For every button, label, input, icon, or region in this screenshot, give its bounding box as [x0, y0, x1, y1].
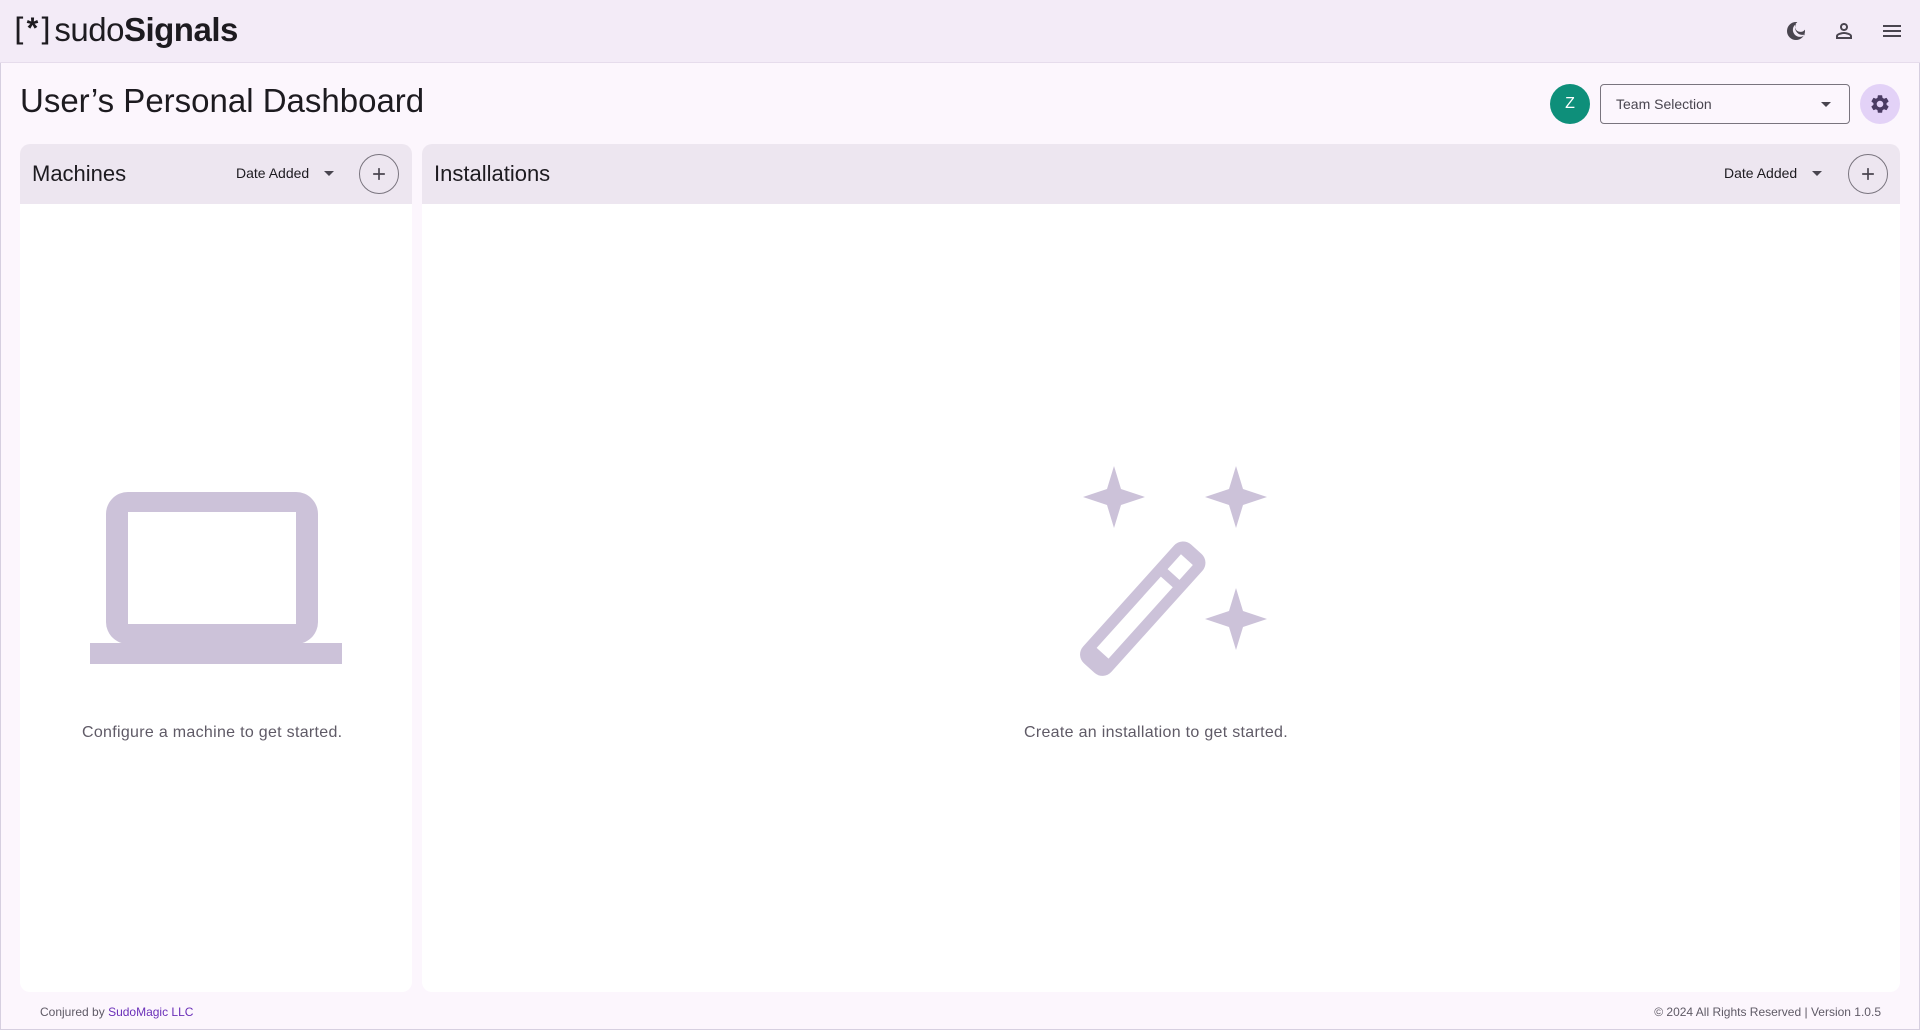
- menu-icon: [1883, 25, 1901, 37]
- team-selection-value: Team Selection: [1616, 96, 1712, 112]
- sudomagic-link[interactable]: SudoMagic LLC: [108, 1005, 193, 1019]
- machines-empty-message: Configure a machine to get started.: [82, 724, 343, 741]
- machines-title: Machines: [32, 161, 127, 186]
- footer-copyright: © 2024 All Rights Reserved | Version 1.0…: [1654, 1005, 1881, 1019]
- team-selection-dropdown[interactable]: Team Selection: [1600, 84, 1850, 124]
- dropdown-arrow-icon: [1812, 170, 1823, 176]
- add-machine-button[interactable]: [359, 154, 399, 194]
- dropdown-arrow-icon: [1821, 102, 1831, 107]
- installations-sort-label: Date Added: [1724, 165, 1798, 181]
- dropdown-arrow-icon: [324, 170, 335, 176]
- settings-button[interactable]: [1860, 84, 1900, 124]
- machines-sort-dropdown[interactable]: Date Added: [236, 165, 335, 181]
- magic-wand-icon: [1048, 466, 1278, 697]
- logo-signals: Signals: [123, 11, 238, 48]
- laptop-icon: [90, 492, 342, 669]
- dark-mode-toggle[interactable]: [1782, 17, 1810, 45]
- sudosignals-logo[interactable]: [ * ] sudo Signals: [14, 10, 238, 50]
- logo-star: *: [26, 12, 39, 45]
- installations-panel: Installations Date Added Create an insta…: [422, 144, 1900, 992]
- logo-sudo: sudo: [54, 11, 124, 48]
- installations-sort-dropdown[interactable]: Date Added: [1724, 165, 1823, 181]
- account-icon: [1836, 23, 1852, 39]
- page-title: User’s Personal Dashboard: [20, 82, 425, 119]
- installations-panel-header: Installations Date Added: [422, 144, 1900, 204]
- top-app-bar: [ * ] sudo Signals: [0, 0, 1920, 63]
- installations-title: Installations: [434, 161, 551, 186]
- logo-bracket-open: [: [14, 12, 26, 48]
- menu-button[interactable]: [1878, 17, 1906, 45]
- machines-panel: Machines Date Added Configure a machine …: [20, 144, 412, 992]
- add-installation-button[interactable]: [1848, 154, 1888, 194]
- plus-icon: [1862, 168, 1874, 180]
- dark-mode-icon: [1787, 22, 1806, 40]
- footer-credit-prefix: Conjured by: [40, 1005, 105, 1019]
- account-button[interactable]: [1830, 17, 1858, 45]
- gear-icon: [1871, 95, 1889, 113]
- plus-icon: [373, 168, 385, 180]
- logo-bracket-close: ]: [38, 12, 51, 48]
- avatar-letter: Z: [1565, 95, 1575, 112]
- machines-sort-label: Date Added: [236, 165, 310, 181]
- installations-empty-message: Create an installation to get started.: [1024, 724, 1288, 741]
- footer-credit: Conjured by SudoMagic LLC: [40, 1005, 193, 1019]
- avatar[interactable]: Z: [1550, 84, 1590, 124]
- machines-panel-header: Machines Date Added: [20, 144, 412, 204]
